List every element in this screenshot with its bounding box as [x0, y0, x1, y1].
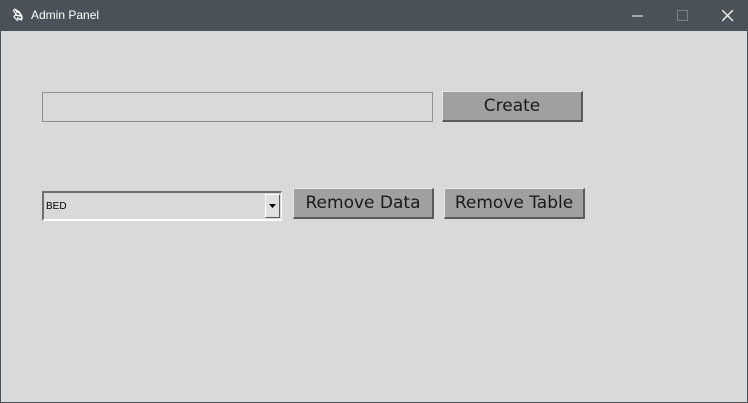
- maximize-icon: [677, 10, 688, 21]
- table-select[interactable]: BED: [42, 191, 282, 221]
- minimize-icon: [632, 15, 643, 17]
- remove-table-button[interactable]: Remove Table: [444, 188, 585, 219]
- table-select-value: BED: [46, 201, 67, 212]
- minimize-button[interactable]: [615, 0, 661, 31]
- window-title: Admin Panel: [31, 8, 100, 22]
- title-bar[interactable]: Admin Panel: [1, 0, 748, 31]
- remove-data-button[interactable]: Remove Data: [293, 188, 434, 219]
- chevron-down-icon: [269, 204, 276, 208]
- maximize-button[interactable]: [660, 0, 706, 31]
- admin-panel-window: Admin Panel Create BED Remove Data Remov…: [0, 0, 748, 403]
- close-button[interactable]: [705, 0, 748, 31]
- feather-icon: [11, 8, 25, 23]
- dropdown-button[interactable]: [265, 194, 280, 218]
- close-icon: [722, 10, 734, 22]
- table-name-input[interactable]: [42, 92, 433, 122]
- create-button[interactable]: Create: [442, 91, 583, 122]
- client-area: Create BED Remove Data Remove Table: [1, 31, 748, 403]
